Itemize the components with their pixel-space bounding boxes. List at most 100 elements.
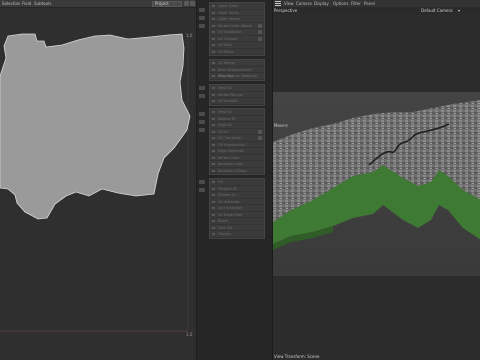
layer-dot [212,31,215,33]
viewport-menu-camera[interactable]: Camera [296,1,312,6]
layer-label: Polygon ID [218,186,237,191]
layer-panel-icon[interactable] [199,8,205,12]
layer-toggle[interactable] [258,36,262,41]
layer-label: Sort Selection [218,206,243,210]
uv-menu-subtools[interactable]: Subtools [34,1,51,7]
layer-dot [212,24,215,27]
layer-dot [212,194,215,196]
layer-group-2: UV Merge Bake Displacement Mapping Bake … [209,59,265,81]
layer-group-5: Fill Polygon ID Shader ID UV Attribute S… [209,178,265,239]
layer-panel-icon[interactable] [199,128,205,132]
uv-mode-dropdown[interactable]: Project [152,1,182,7]
layer-panel-icon[interactable] [199,94,205,98]
layer-dot [212,169,215,172]
uv-menubar: Selection Field Subtools Project [0,0,196,8]
layer-group-3: Mesh ID Vertex Normal UV Smooth [209,84,265,106]
layer-row[interactable]: Bake Texture Mapping [210,73,264,80]
layer-dot [212,213,215,216]
layer-label: UV Attribute [218,199,240,204]
layer-label: Layer Vertex [218,17,241,21]
layer-dot [212,226,215,229]
layer-label: Shader ID [218,193,236,197]
layer-panel-icon[interactable] [199,112,205,116]
layer-label: UV ID [218,129,228,134]
app-window: Selection Field Subtools Project 1.0 1.0 [0,0,480,360]
layer-row[interactable]: Boundary Group [210,168,264,174]
uv-corner-top-right: 1.0 [186,33,193,38]
uv-menu-field[interactable]: Field [22,1,31,7]
layer-label: UV Smooth [218,99,238,103]
layer-row[interactable]: UV Smooth [210,98,264,105]
layer-dot [212,44,215,46]
layer-row[interactable]: UV Relax [210,49,264,55]
uv-editor-panel: Selection Field Subtools Project 1.0 1.0 [0,0,196,360]
layer-label: UV Edge Filter [218,212,243,217]
uv-canvas[interactable]: 1.0 1.0 [0,8,196,360]
layer-dot [212,37,215,40]
layer-label: Boundary Info [218,162,243,166]
layer-dot [212,130,215,133]
uv-menu-selection[interactable]: Selection [2,1,20,7]
layer-label: Layer Alpha [218,10,239,15]
object-label: Move [274,123,285,128]
layer-label: Bake Texture Mapping [218,74,257,78]
viewport-menu-view[interactable]: View [284,1,294,6]
layer-dot [212,93,215,96]
layer-label: UV Transform [218,136,242,140]
layer-toggle[interactable] [258,23,262,28]
camera-dropdown-icon[interactable]: ▾ [458,8,460,13]
layer-dot [212,207,215,209]
layer-row[interactable]: Display [210,231,264,238]
layer-panel-icon[interactable] [199,86,205,90]
view-mode-label[interactable]: Perspective [274,8,297,13]
layer-dot [212,187,215,190]
uv-options-icon[interactable] [190,1,195,6]
viewport-menu-display[interactable]: Display [314,1,329,6]
layer-dot [212,5,215,7]
uv-settings-icon[interactable] [184,1,189,6]
layer-dot [212,50,215,53]
layer-label: UV Intersection [218,142,245,147]
layer-panel-icon[interactable] [199,120,205,124]
uv-island-shape[interactable] [0,33,191,220]
layer-dot [212,220,215,222]
layer-label: UV Subdivide [218,30,242,34]
layer-group-1: Layer Color Layer Alpha Layer Vertex Ver… [209,2,265,56]
viewport-subbar: Perspective Default Camera ▾ [273,7,480,14]
layer-dot [212,150,215,152]
layer-toggle[interactable] [258,30,262,34]
layer-label: Bevel [218,219,228,223]
layer-toggle[interactable] [258,129,262,134]
viewport-menu-options[interactable]: Options [333,1,348,6]
layer-panel-icon[interactable] [199,180,205,184]
viewport-panel: View Camera Display Options Filter Panel… [272,0,480,360]
layer-label: Normal ID [218,116,236,121]
layer-panel-icon[interactable] [199,24,205,28]
layer-dot [212,111,215,113]
layer-panel-icon[interactable] [199,188,205,192]
viewport-menu-panel[interactable]: Panel [364,1,375,6]
layer-label: Edge Selection [218,149,245,153]
layer-dot [212,156,215,159]
object-label-icon[interactable]: ⚲ [285,123,288,128]
layer-dot [212,117,215,120]
layer-toggle[interactable] [258,136,262,140]
layer-label: UV Unwrap [218,36,238,41]
layer-label: Mesh ID [218,110,233,114]
layer-panel-icon[interactable] [199,16,205,20]
layer-dot [212,62,215,64]
layer-dot [212,87,215,89]
layer-label: Vertex Color Adjust [218,23,252,28]
layer-dot [212,137,215,139]
layer-dot [212,18,215,20]
layer-dot [212,124,215,126]
viewport-menu-filter[interactable]: Filter [351,1,361,6]
viewport-menubar: View Camera Display Options Filter Panel [273,0,480,7]
layer-label: Mesh ID [218,86,233,90]
layer-label: UV Merge [218,61,235,65]
camera-label[interactable]: Default Camera [421,8,453,13]
layer-label: Vertex Normal [218,92,244,97]
layer-dot [212,200,215,203]
hamburger-menu-icon[interactable] [275,1,281,6]
viewport-scene[interactable]: Move ⚲ View Transform: Scene [273,14,480,360]
